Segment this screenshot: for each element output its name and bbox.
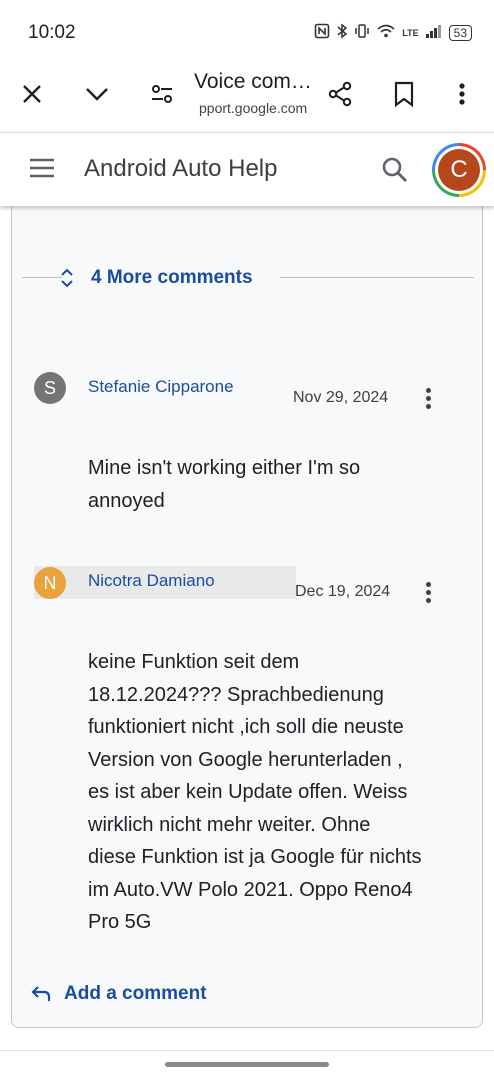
tab-title[interactable]: Voice com… — [194, 70, 312, 94]
comment-menu-icon[interactable] — [416, 383, 440, 413]
site-header: Android Auto Help C — [0, 132, 494, 206]
signal-icon — [425, 23, 443, 42]
site-title[interactable]: Android Auto Help — [84, 155, 277, 183]
comment-line: wirklich nicht mehr weiter. Ohne — [88, 813, 371, 836]
comment-line: Version von Google herunterladen , — [88, 748, 403, 771]
browser-toolbar: Voice com… pport.google.com — [0, 62, 494, 132]
comment-line: funktioniert nicht ,ich soll die neuste — [88, 716, 404, 738]
more-comments-button[interactable]: 4 More comments — [91, 267, 253, 289]
comment-line: im Auto.VW Polo 2021. Oppo Reno4 — [88, 878, 413, 901]
avatar-letter: C — [438, 149, 480, 191]
account-avatar[interactable]: C — [432, 143, 486, 197]
add-comment-row[interactable]: Add a comment — [12, 971, 482, 1027]
status-icons: LTE 53 — [314, 23, 472, 42]
more-comments-row[interactable]: 4 More comments — [12, 245, 482, 311]
expand-icon[interactable] — [60, 267, 74, 294]
comment-author[interactable]: Stefanie Cipparone — [88, 377, 234, 397]
divider-right — [280, 277, 474, 278]
divider-left — [22, 277, 62, 278]
comment-date: Nov 29, 2024 — [293, 389, 389, 406]
share-icon[interactable] — [322, 76, 358, 112]
comment-menu-icon[interactable] — [416, 577, 440, 607]
comment-line: Mine isn't working either I'm so — [88, 457, 361, 479]
add-comment-button[interactable]: Add a comment — [64, 983, 207, 1005]
comment-line: es ist aber kein Update offen. Weiss — [88, 781, 408, 803]
site-settings-icon[interactable] — [144, 76, 180, 112]
reply-icon[interactable] — [30, 983, 52, 1010]
comment-author[interactable]: Nicotra Damiano — [88, 571, 215, 591]
comment-line: annoyed — [88, 489, 165, 512]
nfc-icon — [314, 23, 330, 42]
gesture-handle[interactable] — [165, 1062, 329, 1067]
search-icon[interactable] — [380, 155, 410, 190]
wifi-icon — [376, 23, 396, 42]
bottom-divider — [0, 1050, 494, 1051]
menu-icon[interactable] — [28, 157, 56, 184]
network-type: LTE — [402, 27, 419, 38]
bluetooth-icon — [336, 23, 348, 42]
comment-body: Mine isn't working either I'm so annoyed — [88, 452, 360, 517]
chevron-down-icon[interactable] — [79, 76, 115, 112]
comments-list: S Stefanie Cipparone Nov 29, 2024 Mine i… — [12, 311, 482, 971]
url-text[interactable]: pport.google.com — [199, 100, 307, 116]
card-top-area — [12, 207, 482, 245]
avatar[interactable]: N — [34, 567, 66, 599]
status-bar: 10:02 LTE 53 — [0, 0, 494, 62]
avatar[interactable]: S — [34, 372, 66, 404]
comment-line: diese Funktion ist ja Google für nichts — [88, 846, 422, 868]
comment-line: Pro 5G — [88, 911, 152, 933]
battery-indicator: 53 — [448, 24, 472, 41]
thread-card: g 4 More comments S Stefanie Cipparone N… — [11, 150, 483, 1028]
vibrate-icon — [354, 23, 370, 42]
more-vert-icon[interactable] — [444, 76, 480, 112]
comment-line: 18.12.2024??? Sprachbedienung — [88, 683, 384, 706]
avatar-inner: C — [435, 146, 483, 194]
comment-date: Dec 19, 2024 — [295, 583, 391, 600]
comment-line: keine Funktion seit dem — [88, 651, 300, 673]
close-icon[interactable] — [14, 76, 50, 112]
bookmark-icon[interactable] — [386, 76, 422, 112]
status-time: 10:02 — [28, 22, 76, 43]
comment-body: keine Funktion seit dem 18.12.2024??? Sp… — [88, 646, 422, 939]
